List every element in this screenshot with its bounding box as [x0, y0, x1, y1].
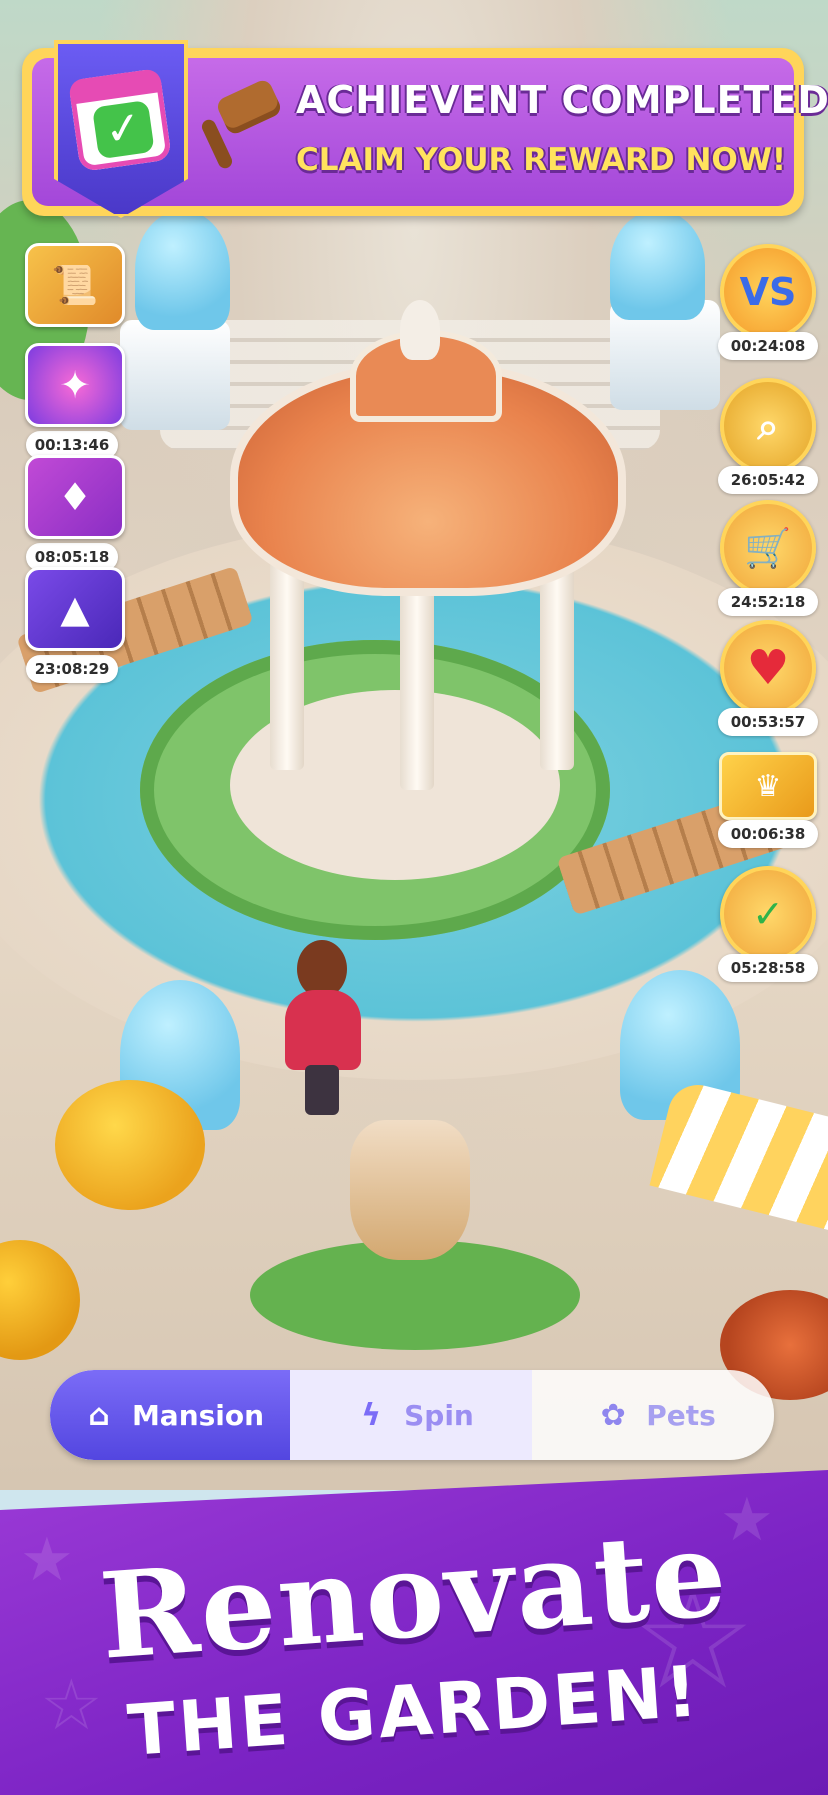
event-timer: 05:28:58: [718, 954, 818, 982]
yellow-tree: [0, 1240, 80, 1360]
shopping-cart-icon: 🛒: [720, 500, 816, 596]
event-witch[interactable]: ▲ 23:08:29: [25, 567, 125, 683]
tab-label: Spin: [404, 1398, 474, 1432]
event-timer: 00:06:38: [718, 820, 818, 848]
event-timer: 00:53:57: [718, 708, 818, 736]
event-timer: 26:05:42: [718, 466, 818, 494]
event-timer: 23:08:29: [26, 655, 118, 683]
event-garden[interactable]: ⌕ 26:05:42: [718, 378, 818, 494]
gazebo-column: [540, 560, 574, 770]
event-lives[interactable]: ♥ 00:53:57: [718, 620, 818, 736]
event-shop[interactable]: 🛒 24:52:18: [718, 500, 818, 616]
tab-label: Mansion: [131, 1398, 265, 1432]
event-timer: 24:52:18: [718, 588, 818, 616]
card-pack-icon: ♦: [25, 455, 125, 539]
event-timer: 00:24:08: [718, 332, 818, 360]
tab-label: Pets: [646, 1398, 716, 1432]
gazebo-column: [400, 580, 434, 790]
paw-icon: ✿: [600, 1397, 626, 1433]
lightning-icon: ϟ: [361, 1397, 382, 1433]
tab-mansion[interactable]: ⌂ Mansion: [50, 1370, 290, 1460]
calendar-check-icon: ✓: [68, 68, 172, 172]
witch-hat-icon: ▲: [25, 567, 125, 651]
event-pass[interactable]: ♛ 00:06:38: [718, 752, 818, 848]
versus-dice-icon: VS: [720, 244, 816, 340]
event-daily[interactable]: ✓ 05:28:58: [718, 866, 818, 982]
player-character[interactable]: [275, 940, 370, 1115]
character-coat: [285, 990, 361, 1070]
gazebo-spire: [400, 300, 440, 360]
gazebo-column: [270, 560, 304, 770]
tab-spin[interactable]: ϟ Spin: [290, 1370, 532, 1460]
crown-ticket-icon: ♛: [719, 752, 817, 820]
calendar-check-icon: ✓: [720, 866, 816, 962]
house-icon: ⌂: [88, 1397, 110, 1433]
event-disco[interactable]: ✦ 00:13:46: [25, 343, 125, 459]
hammer-icon: [199, 77, 284, 171]
statue-pedestal: [120, 320, 230, 430]
magnifier-garden-icon: ⌕: [720, 378, 816, 474]
yellow-tree: [55, 1080, 205, 1210]
heart-plus-icon: ♥: [720, 620, 816, 716]
event-cards[interactable]: ♦ 08:05:18: [25, 455, 125, 571]
disco-ball-icon: ✦: [25, 343, 125, 427]
event-scroll[interactable]: 📜: [25, 243, 125, 327]
unicorn-statue: [610, 210, 705, 320]
garden-scene[interactable]: [0, 0, 828, 1490]
urn-fountain[interactable]: [350, 1120, 470, 1260]
banner-title: ACHIEVENT COMPLETED!: [296, 78, 828, 122]
bottom-tab-bar: ⌂ Mansion ϟ Spin ✿ Pets: [50, 1370, 774, 1460]
event-versus[interactable]: VS 00:24:08: [718, 244, 818, 360]
unicorn-statue: [135, 210, 230, 330]
banner-subtitle[interactable]: CLAIM YOUR REWARD NOW!: [296, 142, 786, 178]
striped-canopy: [649, 1078, 828, 1232]
tab-pets[interactable]: ✿ Pets: [532, 1370, 774, 1460]
scroll-coins-icon: 📜: [25, 243, 125, 327]
character-legs: [305, 1065, 339, 1115]
